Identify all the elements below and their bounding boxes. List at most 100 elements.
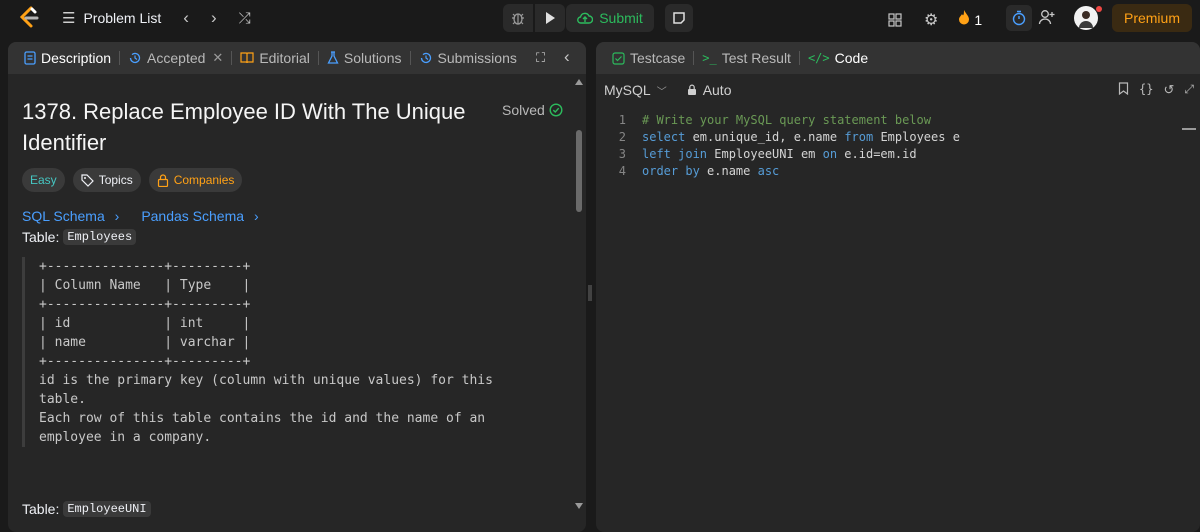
tab-submissions[interactable]: Submissions bbox=[411, 42, 525, 74]
description-panel: Description Accepted ✕ Editorial Solutio… bbox=[8, 42, 586, 532]
lock-icon bbox=[687, 84, 696, 95]
tab-test-result[interactable]: >_ Test Result bbox=[694, 42, 799, 74]
code-token: select bbox=[642, 130, 686, 144]
layout-icon[interactable] bbox=[886, 11, 904, 29]
sql-schema-label: SQL Schema bbox=[22, 208, 105, 224]
tab-code[interactable]: </> Code bbox=[800, 42, 876, 74]
reset-code-icon[interactable]: ↺ bbox=[1163, 82, 1174, 98]
code-line[interactable]: 3 left join EmployeeUNI em on e.id=em.id bbox=[596, 146, 1200, 163]
code-text: # Write your MySQL query statement below bbox=[626, 112, 931, 129]
tag-icon bbox=[81, 173, 94, 187]
problem-list-nav: ☰ Problem List ‹ › ⤮ bbox=[62, 8, 251, 28]
submit-button[interactable]: Submit bbox=[566, 4, 654, 32]
stopwatch-icon bbox=[1012, 10, 1026, 26]
tab-solutions[interactable]: Solutions bbox=[319, 42, 410, 74]
lock-icon bbox=[157, 173, 168, 187]
submit-label: Submit bbox=[599, 10, 643, 26]
table2-label: Table: bbox=[22, 501, 60, 517]
tab-editorial[interactable]: Editorial bbox=[232, 42, 318, 74]
premium-button[interactable]: Premium bbox=[1112, 4, 1192, 32]
prev-problem-icon[interactable]: ‹ bbox=[183, 8, 189, 28]
tab-submissions-label: Submissions bbox=[437, 50, 517, 66]
scroll-down-icon[interactable] bbox=[574, 502, 584, 510]
code-token: # Write your MySQL query statement below bbox=[642, 113, 931, 127]
notes-button[interactable] bbox=[665, 4, 693, 32]
panel-resize-handle[interactable] bbox=[588, 285, 592, 301]
language-label: MySQL bbox=[604, 82, 651, 98]
chevron-right-icon: › bbox=[253, 208, 259, 224]
language-select[interactable]: MySQL ﹀ bbox=[604, 82, 667, 98]
description-tabbar: Description Accepted ✕ Editorial Solutio… bbox=[8, 42, 586, 74]
tab-accepted[interactable]: Accepted ✕ bbox=[120, 42, 231, 74]
code-line[interactable]: 2 select em.unique_id, e.name from Employ… bbox=[596, 129, 1200, 146]
solved-label: Solved bbox=[502, 102, 545, 118]
table2-heading: Table: EmployeeUNI bbox=[22, 501, 151, 517]
schema-block: +---------------+---------+ | Column Nam… bbox=[22, 257, 552, 447]
difficulty-label: Easy bbox=[30, 173, 57, 187]
description-scrollbar[interactable] bbox=[574, 74, 584, 532]
code-panel: Testcase >_ Test Result </> Code MySQL ﹀… bbox=[596, 42, 1200, 532]
code-token: from bbox=[844, 130, 874, 144]
close-tab-icon[interactable]: ✕ bbox=[212, 50, 223, 66]
bookmark-icon[interactable] bbox=[1118, 82, 1129, 98]
streak-fire-icon[interactable] bbox=[958, 9, 970, 30]
pandas-schema-link[interactable]: Pandas Schema › bbox=[141, 208, 258, 224]
line-number: 1 bbox=[618, 113, 626, 127]
code-token: Employees e bbox=[873, 130, 960, 144]
editor-icons: {} ↺ ⤢ bbox=[1118, 82, 1194, 98]
tab-description[interactable]: Description bbox=[16, 42, 119, 74]
problem-tags: Easy Topics Companies bbox=[22, 168, 243, 192]
run-button[interactable] bbox=[535, 4, 565, 32]
checkbox-icon bbox=[612, 51, 625, 65]
avatar[interactable] bbox=[1074, 6, 1098, 30]
add-friend-icon[interactable] bbox=[1038, 8, 1056, 26]
code-token: EmployeeUNI em bbox=[707, 147, 823, 161]
code-text: select em.unique_id, e.name from Employe… bbox=[626, 129, 960, 146]
code-token: asc bbox=[757, 164, 780, 178]
leetcode-logo-icon[interactable] bbox=[16, 5, 42, 31]
problem-list-link[interactable]: Problem List bbox=[83, 10, 161, 26]
companies-label: Companies bbox=[173, 173, 235, 187]
sql-schema-link[interactable]: SQL Schema › bbox=[22, 208, 119, 224]
auto-mode-toggle[interactable]: Auto bbox=[687, 82, 732, 98]
editor-toolbar: MySQL ﹀ Auto bbox=[596, 74, 1200, 106]
chevron-right-icon: › bbox=[114, 208, 120, 224]
table1-label: Table: bbox=[22, 229, 60, 245]
tab-testcase[interactable]: Testcase bbox=[604, 42, 693, 74]
next-problem-icon[interactable]: › bbox=[211, 8, 217, 28]
fullscreen-icon[interactable]: ⛶ bbox=[536, 50, 545, 66]
code-tabbar: Testcase >_ Test Result </> Code bbox=[596, 42, 1200, 74]
shuffle-icon[interactable]: ⤮ bbox=[239, 10, 251, 27]
expand-icon[interactable]: ⤢ bbox=[1184, 82, 1194, 98]
book-icon bbox=[240, 52, 254, 64]
pandas-schema-label: Pandas Schema bbox=[141, 208, 245, 224]
code-editor[interactable]: 1 # Write your MySQL query statement belo… bbox=[596, 112, 1200, 180]
code-brackets-icon: </> bbox=[807, 51, 830, 65]
code-token: left join bbox=[642, 147, 708, 161]
debug-button[interactable] bbox=[503, 4, 533, 32]
scroll-up-icon[interactable] bbox=[574, 78, 584, 86]
code-token: on bbox=[822, 147, 838, 161]
notification-dot bbox=[1096, 6, 1102, 12]
history-icon bbox=[420, 52, 431, 64]
format-code-icon[interactable]: {} bbox=[1139, 82, 1153, 98]
flask-icon bbox=[327, 51, 339, 64]
tab-testcase-label: Testcase bbox=[630, 50, 686, 66]
premium-label: Premium bbox=[1123, 10, 1180, 26]
code-line[interactable]: 1 # Write your MySQL query statement belo… bbox=[596, 112, 1200, 129]
timer-button[interactable] bbox=[1006, 5, 1032, 31]
auto-mode-label: Auto bbox=[702, 82, 732, 98]
note-icon bbox=[673, 12, 685, 24]
topics-chip[interactable]: Topics bbox=[72, 168, 141, 192]
companies-chip[interactable]: Companies bbox=[148, 168, 243, 192]
settings-gear-icon[interactable]: ⚙ bbox=[924, 10, 938, 30]
tab-accepted-label: Accepted bbox=[147, 50, 206, 66]
tab-code-label: Code bbox=[834, 50, 869, 66]
collapse-panel-icon[interactable]: ‹ bbox=[564, 47, 570, 67]
code-text: order by e.name asc bbox=[626, 163, 779, 180]
run-tools bbox=[503, 4, 565, 32]
scroll-thumb[interactable] bbox=[576, 130, 582, 212]
list-icon[interactable]: ☰ bbox=[62, 9, 75, 27]
code-line[interactable]: 4 order by e.name asc bbox=[596, 163, 1200, 180]
code-token: order by bbox=[642, 164, 700, 178]
